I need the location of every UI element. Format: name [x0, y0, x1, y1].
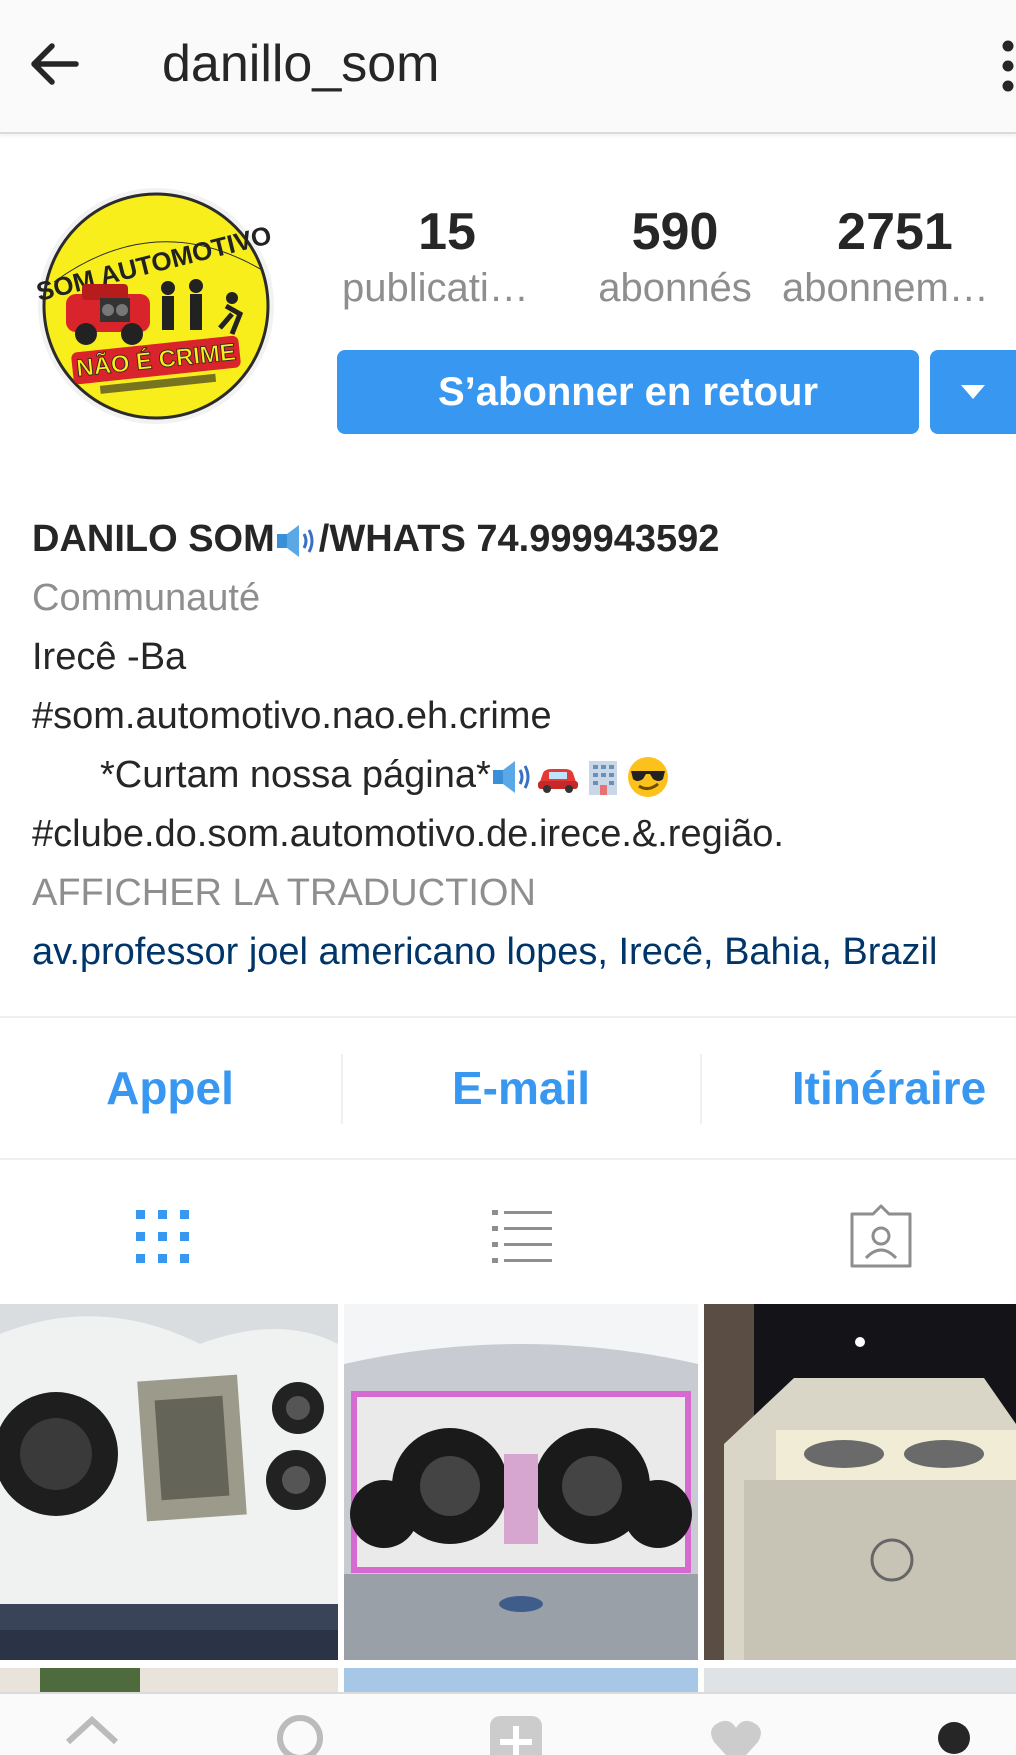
- email-button[interactable]: E-mail: [343, 1018, 699, 1158]
- address-link[interactable]: av.professor joel americano lopes, Irecê…: [32, 923, 1016, 982]
- call-button[interactable]: Appel: [0, 1018, 340, 1158]
- car-emoji-icon: [537, 768, 578, 793]
- speaker-emoji-icon: [276, 524, 314, 557]
- speaker-emoji-icon: [492, 760, 530, 793]
- suggestions-dropdown-button[interactable]: [930, 350, 1016, 434]
- photo-grid: [0, 1304, 1016, 1728]
- profile-category: Communauté: [32, 577, 261, 619]
- posts-count[interactable]: 15 publications: [342, 202, 552, 314]
- followers-value: 590: [631, 203, 719, 261]
- bio-line-location: Irecê -Ba: [32, 636, 187, 678]
- profile-name-suffix: /WHATS 74.999943592: [318, 518, 720, 560]
- kebab-menu-icon[interactable]: [988, 38, 1016, 94]
- bio-line-like-page: *Curtam nossa página*: [32, 746, 1016, 805]
- posts-label: publications: [342, 266, 542, 310]
- photo-thumbnail[interactable]: [704, 1304, 1016, 1660]
- sunglasses-emoji-icon: [627, 756, 668, 797]
- page-title: danillo_som: [162, 35, 440, 93]
- profile-icon[interactable]: [924, 1712, 984, 1755]
- arrow-left-icon[interactable]: [26, 36, 82, 92]
- tagged-icon[interactable]: [846, 1202, 916, 1272]
- following-value: 2751: [837, 203, 953, 261]
- directions-button[interactable]: Itinéraire: [702, 1018, 1016, 1158]
- profile-name: DANILO SOM/WHATS 74.999943592: [32, 510, 1016, 569]
- bottom-navigation: [0, 1692, 1016, 1755]
- list-icon[interactable]: [486, 1202, 556, 1272]
- following-label: abonnements: [782, 266, 1008, 310]
- profile-bio: DANILO SOM/WHATS 74.999943592 Communauté…: [32, 510, 1016, 982]
- following-count[interactable]: 2751 abonnements: [782, 202, 1008, 314]
- caret-down-icon: [961, 385, 985, 399]
- home-icon[interactable]: [62, 1712, 122, 1755]
- posts-value: 15: [418, 203, 476, 261]
- avatar[interactable]: SOM AUTOMOTIVO NÃO É CRIME: [36, 186, 276, 426]
- show-translation-link[interactable]: AFFICHER LA TRADUCTION: [32, 864, 1016, 923]
- bio-line-hashtag[interactable]: #som.automotivo.nao.eh.crime: [32, 687, 1016, 746]
- bio-like-text: *Curtam nossa página*: [100, 754, 491, 796]
- follow-back-button[interactable]: S’abonner en retour: [337, 350, 919, 434]
- profile-name-text: DANILO SOM: [32, 518, 275, 560]
- photo-thumbnail[interactable]: [0, 1304, 338, 1660]
- bio-line-club-hashtag[interactable]: #clube.do.som.automotivo.de.irece.&.regi…: [32, 805, 1016, 864]
- grid-icon[interactable]: [128, 1202, 198, 1272]
- heart-icon[interactable]: [706, 1712, 766, 1755]
- top-bar: danillo_som: [0, 0, 1016, 134]
- search-icon[interactable]: [270, 1712, 330, 1755]
- followers-label: abonnés: [598, 266, 752, 310]
- photo-thumbnail[interactable]: [344, 1304, 698, 1660]
- contact-bar: Appel E-mail Itinéraire: [0, 1016, 1016, 1160]
- add-icon[interactable]: [486, 1712, 546, 1755]
- building-emoji-icon: [588, 760, 617, 795]
- profile-view-tabs: [0, 1162, 1016, 1302]
- followers-count[interactable]: 590 abonnés: [570, 202, 780, 314]
